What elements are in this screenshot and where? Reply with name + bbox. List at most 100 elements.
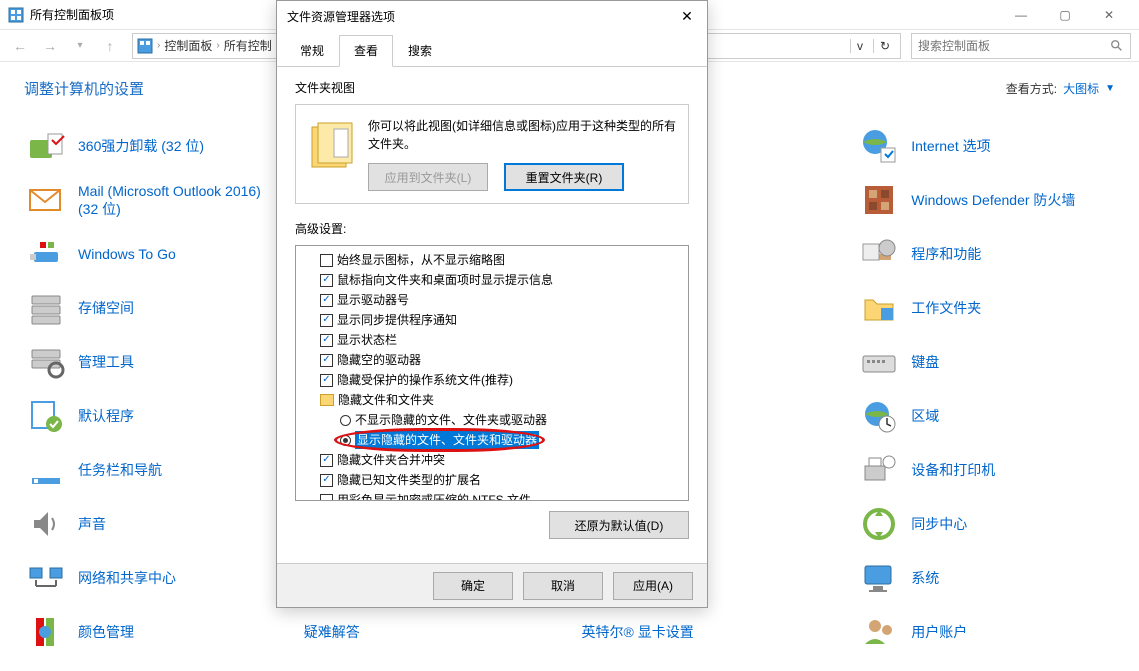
checkbox-icon[interactable]	[320, 494, 333, 502]
cp-item-system[interactable]: 系统	[857, 555, 1115, 601]
tree-option[interactable]: 显示隐藏的文件、文件夹和驱动器	[296, 430, 688, 450]
dialog-tabs: 常规 查看 搜索	[277, 35, 707, 67]
checkbox-icon[interactable]: ✓	[320, 334, 333, 347]
up-button[interactable]: ↑	[98, 34, 122, 58]
item-label: 360强力卸载 (32 位)	[78, 137, 204, 155]
tree-option[interactable]: 始终显示图标，从不显示缩略图	[296, 250, 688, 270]
item-label: 设备和打印机	[911, 461, 995, 479]
cp-item-defender[interactable]: Windows Defender 防火墙	[857, 177, 1115, 223]
checkbox-icon[interactable]: ✓	[320, 454, 333, 467]
tree-option[interactable]: 隐藏文件和文件夹	[296, 390, 688, 410]
item-label: 程序和功能	[911, 245, 981, 263]
cp-item-programs[interactable]: 程序和功能	[857, 231, 1115, 277]
item-label: Windows To Go	[78, 245, 176, 263]
tree-option[interactable]: ✓显示驱动器号	[296, 290, 688, 310]
tree-option[interactable]: ✓鼠标指向文件夹和桌面项时显示提示信息	[296, 270, 688, 290]
tree-option[interactable]: ✓隐藏文件夹合并冲突	[296, 450, 688, 470]
chevron-down-icon[interactable]: ▼	[1105, 83, 1115, 94]
breadcrumb-item[interactable]: 所有控制	[224, 37, 272, 54]
item-label: 声音	[78, 515, 106, 533]
cp-item-color-management[interactable]: 颜色管理	[24, 609, 282, 655]
checkbox-icon[interactable]: ✓	[320, 374, 333, 387]
dialog-close-button[interactable]: ✕	[673, 4, 701, 28]
refresh-icon[interactable]: ↻	[873, 39, 896, 53]
tab-general[interactable]: 常规	[285, 35, 339, 66]
cp-item-mail[interactable]: Mail (Microsoft Outlook 2016) (32 位)	[24, 177, 282, 223]
cp-item-default-programs[interactable]: 默认程序	[24, 393, 282, 439]
checkbox-icon[interactable]: ✓	[320, 314, 333, 327]
cp-item-taskbar[interactable]: 任务栏和导航	[24, 447, 282, 493]
tab-view[interactable]: 查看	[339, 35, 393, 67]
tree-option[interactable]: ✓ 显示状态栏	[296, 330, 688, 350]
recent-dropdown[interactable]: ▾	[68, 34, 92, 58]
search-input[interactable]	[918, 39, 1110, 53]
cancel-button[interactable]: 取消	[523, 572, 603, 600]
item-label: 系统	[911, 569, 939, 587]
folder-views-label: 文件夹视图	[295, 79, 689, 96]
option-text: 隐藏空的驱动器	[337, 351, 421, 369]
cp-item-360-uninstall[interactable]: 360强力卸载 (32 位)	[24, 123, 282, 169]
cp-item-admin-tools[interactable]: 管理工具	[24, 339, 282, 385]
cp-item-user-accounts[interactable]: 用户账户	[857, 609, 1115, 655]
cp-item-troubleshoot[interactable]: 疑难解答	[302, 609, 560, 655]
checkbox-icon[interactable]: ✓	[320, 274, 333, 287]
option-text: 隐藏文件和文件夹	[338, 391, 434, 409]
tree-option[interactable]: 用彩色显示加密或压缩的 NTFS 文件	[296, 490, 688, 501]
folder-icon	[320, 394, 334, 406]
ok-button[interactable]: 确定	[433, 572, 513, 600]
breadcrumb-separator: ›	[216, 40, 219, 51]
restore-defaults-button[interactable]: 还原为默认值(D)	[549, 511, 689, 539]
cp-item-network[interactable]: 网络和共享中心	[24, 555, 282, 601]
maximize-button[interactable]: ▢	[1043, 1, 1087, 29]
item-label: 英特尔® 显卡设置	[582, 623, 694, 641]
checkbox-icon[interactable]	[320, 254, 333, 267]
dialog-body: 文件夹视图 你可以将此视图(如详细信息或图标)应用于这种类型的所有文件夹。 应用…	[277, 67, 707, 563]
forward-button[interactable]: →	[38, 34, 62, 58]
advanced-settings-tree[interactable]: 始终显示图标，从不显示缩略图✓鼠标指向文件夹和桌面项时显示提示信息✓显示驱动器号…	[295, 245, 689, 501]
view-mode-selector[interactable]: 查看方式: 大图标 ▼	[1006, 80, 1115, 97]
apply-to-folders-button[interactable]: 应用到文件夹(L)	[368, 163, 488, 191]
sound-icon	[26, 504, 66, 544]
close-button[interactable]: ✕	[1087, 1, 1131, 29]
admin-tools-icon	[26, 342, 66, 382]
tree-option[interactable]: ✓ 隐藏空的驱动器	[296, 350, 688, 370]
checkbox-icon[interactable]: ✓	[320, 354, 333, 367]
tree-option[interactable]: ✓显示同步提供程序通知	[296, 310, 688, 330]
option-text: 显示状态栏	[337, 331, 397, 349]
search-box[interactable]	[911, 33, 1131, 59]
apply-button[interactable]: 应用(A)	[613, 572, 693, 600]
cp-item-work-folders[interactable]: 工作文件夹	[857, 285, 1115, 331]
system-icon	[859, 558, 899, 598]
cp-item-keyboard[interactable]: 键盘	[857, 339, 1115, 385]
cp-item-region[interactable]: 区域	[857, 393, 1115, 439]
item-label: 存储空间	[78, 299, 134, 317]
checkbox-icon[interactable]: ✓	[320, 294, 333, 307]
cp-item-sync-center[interactable]: 同步中心	[857, 501, 1115, 547]
usb-drive-icon	[26, 234, 66, 274]
tab-search[interactable]: 搜索	[393, 35, 447, 66]
checkbox-icon[interactable]: ✓	[320, 474, 333, 487]
item-label: 默认程序	[78, 407, 134, 425]
cp-item-storage[interactable]: 存储空间	[24, 285, 282, 331]
dialog-footer: 确定 取消 应用(A)	[277, 563, 707, 607]
tree-option[interactable]: ✓隐藏已知文件类型的扩展名	[296, 470, 688, 490]
control-panel-icon	[137, 38, 153, 54]
radio-icon[interactable]	[340, 415, 351, 426]
minimize-button[interactable]: —	[999, 1, 1043, 29]
radio-icon[interactable]	[340, 435, 351, 446]
back-button[interactable]: ←	[8, 34, 32, 58]
tree-option[interactable]: 不显示隐藏的文件、文件夹或驱动器	[296, 410, 688, 430]
search-icon[interactable]	[1110, 39, 1124, 53]
cp-item-devices-printers[interactable]: 设备和打印机	[857, 447, 1115, 493]
breadcrumb-dropdown-icon[interactable]: v	[850, 39, 869, 53]
breadcrumb-item[interactable]: 控制面板	[164, 37, 212, 54]
cp-item-windows-to-go[interactable]: Windows To Go	[24, 231, 282, 277]
folder-views-description: 你可以将此视图(如详细信息或图标)应用于这种类型的所有文件夹。	[368, 117, 676, 153]
cp-item-intel-graphics[interactable]: 英特尔® 显卡设置	[580, 609, 838, 655]
cp-item-sound[interactable]: 声音	[24, 501, 282, 547]
view-mode-value[interactable]: 大图标	[1063, 80, 1099, 97]
tree-option[interactable]: ✓隐藏受保护的操作系统文件(推荐)	[296, 370, 688, 390]
reset-folders-button[interactable]: 重置文件夹(R)	[504, 163, 624, 191]
cp-item-internet-options[interactable]: Internet 选项	[857, 123, 1115, 169]
control-panel-icon	[8, 7, 24, 23]
